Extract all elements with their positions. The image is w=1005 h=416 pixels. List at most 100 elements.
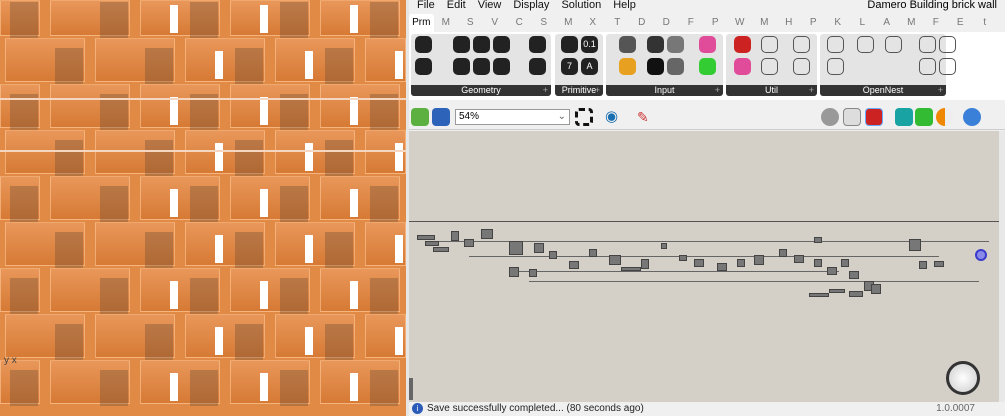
preview-wire-icon[interactable] (821, 108, 839, 126)
gh-component-node[interactable] (814, 237, 822, 243)
gh-component-node[interactable] (529, 269, 537, 277)
component-icon[interactable] (919, 58, 936, 75)
component-icon[interactable] (939, 36, 956, 53)
grasshopper-canvas[interactable] (409, 131, 999, 402)
rhino-viewport[interactable]: y x (0, 0, 406, 416)
component-icon[interactable] (667, 58, 684, 75)
save-file-icon[interactable] (432, 108, 450, 126)
tab-m[interactable]: M (752, 14, 777, 32)
tab-f[interactable]: F (924, 14, 949, 32)
sketch-pen-icon[interactable]: ✎ (637, 108, 655, 126)
component-icon[interactable] (453, 58, 470, 75)
tab-s[interactable]: S (458, 14, 483, 32)
gh-component-node[interactable] (549, 251, 557, 259)
gh-component-node[interactable] (509, 267, 519, 277)
component-icon[interactable] (827, 58, 844, 75)
component-icon[interactable] (857, 36, 874, 53)
gh-component-node[interactable] (814, 259, 822, 267)
gh-component-node[interactable] (794, 255, 804, 263)
output-param-node[interactable] (975, 249, 987, 261)
preview-shaded-icon[interactable] (843, 108, 861, 126)
tab-w[interactable]: W (728, 14, 753, 32)
tab-m[interactable]: M (899, 14, 924, 32)
gh-component-node[interactable] (417, 235, 435, 240)
component-icon[interactable] (647, 58, 664, 75)
tab-p[interactable]: P (801, 14, 826, 32)
component-icon[interactable]: 7 (561, 58, 578, 75)
tab-t[interactable]: t (973, 14, 998, 32)
gh-component-node[interactable] (451, 231, 459, 241)
tab-h[interactable]: H (777, 14, 802, 32)
preview-material-icon[interactable] (936, 108, 954, 126)
component-icon[interactable] (619, 36, 636, 53)
gh-component-node[interactable] (425, 241, 439, 246)
gh-component-node[interactable] (534, 243, 544, 253)
gh-component-node[interactable] (849, 291, 863, 297)
tab-p[interactable]: P (703, 14, 728, 32)
gh-component-node[interactable] (809, 293, 829, 297)
component-icon[interactable] (415, 58, 432, 75)
component-icon[interactable] (734, 58, 751, 75)
component-icon[interactable] (529, 58, 546, 75)
component-icon[interactable] (761, 58, 778, 75)
gh-component-node[interactable] (717, 263, 727, 271)
menu-help[interactable]: Help (613, 0, 636, 12)
tab-c[interactable]: C (507, 14, 532, 32)
scrollbar-handle[interactable] (409, 378, 413, 400)
gh-component-node[interactable] (849, 271, 859, 279)
component-icon[interactable]: A (581, 58, 598, 75)
component-icon[interactable] (734, 36, 751, 53)
component-icon[interactable] (493, 58, 510, 75)
gh-component-node[interactable] (589, 249, 597, 257)
gh-component-node[interactable] (464, 239, 474, 247)
open-file-icon[interactable] (411, 108, 429, 126)
component-icon[interactable] (793, 58, 810, 75)
component-icon[interactable] (919, 36, 936, 53)
component-icon[interactable] (885, 36, 902, 53)
gh-component-node[interactable] (509, 241, 523, 255)
preview-teal-icon[interactable] (895, 108, 913, 126)
gh-component-node[interactable] (679, 255, 687, 261)
gh-component-node[interactable] (621, 267, 641, 271)
gh-component-node[interactable] (661, 243, 667, 249)
gh-component-node[interactable] (481, 229, 493, 239)
gh-component-node[interactable] (694, 259, 704, 267)
eye-preview-icon[interactable]: ◉ (605, 108, 623, 126)
tab-e[interactable]: E (948, 14, 973, 32)
component-icon[interactable] (561, 36, 578, 53)
gh-component-node[interactable] (569, 261, 579, 269)
tab-d[interactable]: D (630, 14, 655, 32)
menu-solution[interactable]: Solution (561, 0, 601, 12)
tab-l[interactable]: L (850, 14, 875, 32)
preview-selected-icon[interactable] (865, 108, 883, 126)
component-icon[interactable] (761, 36, 778, 53)
gh-component-node[interactable] (779, 249, 787, 257)
display-sphere-icon[interactable] (963, 108, 981, 126)
component-icon[interactable] (473, 36, 490, 53)
component-icon[interactable] (415, 36, 432, 53)
component-icon[interactable] (453, 36, 470, 53)
tab-d[interactable]: D (654, 14, 679, 32)
zoom-select[interactable]: 54% ⌄ (455, 109, 570, 125)
gh-component-node[interactable] (433, 247, 449, 252)
vertical-scrollbar[interactable] (999, 131, 1005, 402)
tab-a[interactable]: A (875, 14, 900, 32)
menu-display[interactable]: Display (513, 0, 549, 12)
menu-file[interactable]: File (417, 0, 435, 12)
gh-component-node[interactable] (737, 259, 745, 267)
component-icon[interactable] (939, 58, 956, 75)
tab-x[interactable]: X (581, 14, 606, 32)
gh-component-node[interactable] (871, 284, 881, 294)
tab-t[interactable]: T (605, 14, 630, 32)
gh-component-node[interactable] (909, 239, 921, 251)
component-icon[interactable] (699, 36, 716, 53)
tab-s[interactable]: S (532, 14, 557, 32)
component-icon[interactable] (699, 58, 716, 75)
gh-component-node[interactable] (934, 261, 944, 267)
menu-view[interactable]: View (478, 0, 502, 12)
gh-component-node[interactable] (609, 255, 621, 265)
component-icon[interactable] (473, 58, 490, 75)
component-icon[interactable]: 0.1 (581, 36, 598, 53)
preview-green-icon[interactable] (915, 108, 933, 126)
tab-m[interactable]: M (434, 14, 459, 32)
